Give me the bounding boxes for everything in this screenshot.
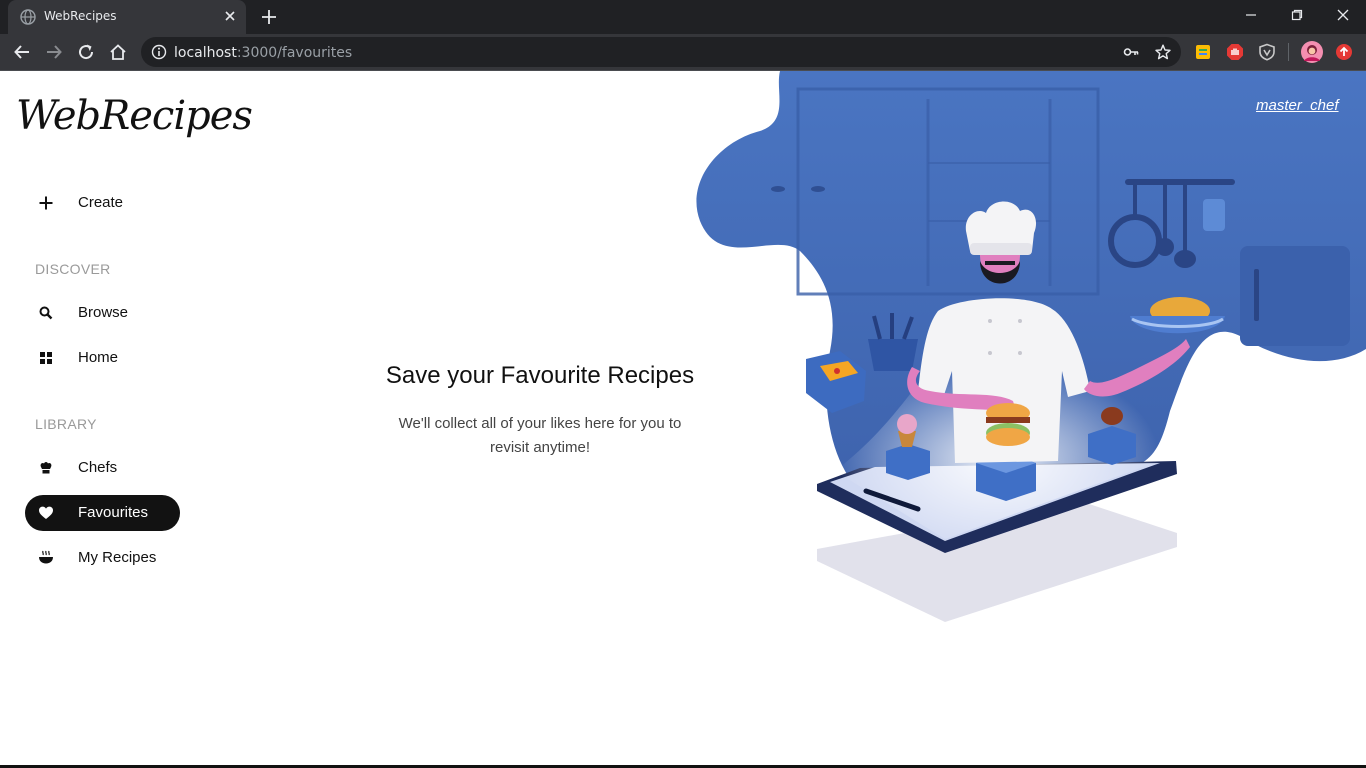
browser-tab[interactable]: WebRecipes <box>8 0 246 34</box>
address-bar[interactable]: localhost:3000/favourites <box>141 37 1181 67</box>
search-icon <box>38 305 54 321</box>
bowl-icon <box>38 550 54 566</box>
user-profile-link[interactable]: master_chef <box>1256 97 1339 114</box>
forward-button[interactable] <box>42 40 66 64</box>
globe-icon <box>20 9 36 25</box>
sidebar-item-label: Home <box>78 349 119 366</box>
update-icon[interactable] <box>1335 43 1353 61</box>
section-heading-discover: DISCOVER <box>35 261 111 277</box>
reload-button[interactable] <box>74 40 98 64</box>
close-icon <box>1337 9 1349 21</box>
key-icon[interactable] <box>1123 44 1139 60</box>
close-tab-icon[interactable] <box>222 8 238 24</box>
empty-state-title: Save your Favourite Recipes <box>385 362 695 389</box>
adblock-extension-icon[interactable] <box>1226 43 1244 61</box>
sidebar-item-label: Browse <box>78 304 129 321</box>
restore-button[interactable] <box>1274 0 1320 30</box>
home-button[interactable] <box>106 40 130 64</box>
minimize-icon <box>1246 14 1256 16</box>
url-path: :3000/favourites <box>236 45 353 61</box>
sidebar-item-my-recipes[interactable]: My Recipes <box>25 540 180 576</box>
app-logo[interactable]: WebRecipes <box>16 93 253 139</box>
arrow-right-icon <box>47 45 62 59</box>
url-text: localhost:3000/favourites <box>174 45 352 61</box>
sidebar-item-label: Chefs <box>78 459 118 476</box>
toolbar-divider <box>1288 43 1289 61</box>
sidebar-item-favourites[interactable]: Favourites <box>25 495 180 531</box>
notes-extension-icon[interactable] <box>1194 43 1212 61</box>
info-icon[interactable] <box>151 44 167 60</box>
back-button[interactable] <box>10 40 34 64</box>
sidebar-item-chefs[interactable]: Chefs <box>25 450 180 486</box>
home-icon <box>110 44 126 60</box>
chef-hat-icon <box>38 460 54 476</box>
tab-title: WebRecipes <box>44 9 117 23</box>
sidebar-item-browse[interactable]: Browse <box>25 295 180 331</box>
sidebar-item-create[interactable]: Create <box>25 185 180 221</box>
web-page: WebRecipes master_chef Create DISCOVER B… <box>0 71 1366 768</box>
section-heading-library: LIBRARY <box>35 416 97 432</box>
chef-illustration <box>696 71 1366 622</box>
heart-icon <box>38 505 54 521</box>
sidebar-item-label: Favourites <box>78 504 149 521</box>
shield-extension-icon[interactable] <box>1258 43 1276 61</box>
minimize-button[interactable] <box>1228 0 1274 30</box>
arrow-left-icon <box>14 45 29 59</box>
empty-state-subtitle: We'll collect all of your likes here for… <box>398 415 682 456</box>
grid-icon <box>38 350 54 366</box>
reload-icon <box>79 44 94 60</box>
browser-toolbar: localhost:3000/favourites <box>0 34 1366 70</box>
restore-icon <box>1291 9 1303 21</box>
star-icon[interactable] <box>1155 44 1171 60</box>
sidebar-item-label: Create <box>78 194 124 211</box>
close-window-button[interactable] <box>1320 0 1366 30</box>
sidebar-item-home[interactable]: Home <box>25 340 180 376</box>
browser-tab-bar: WebRecipes <box>0 0 1366 34</box>
new-tab-icon[interactable] <box>260 8 278 26</box>
plus-icon <box>38 195 54 211</box>
url-host: localhost <box>174 45 237 61</box>
sidebar-item-label: My Recipes <box>78 549 157 566</box>
profile-avatar[interactable] <box>1301 41 1323 63</box>
